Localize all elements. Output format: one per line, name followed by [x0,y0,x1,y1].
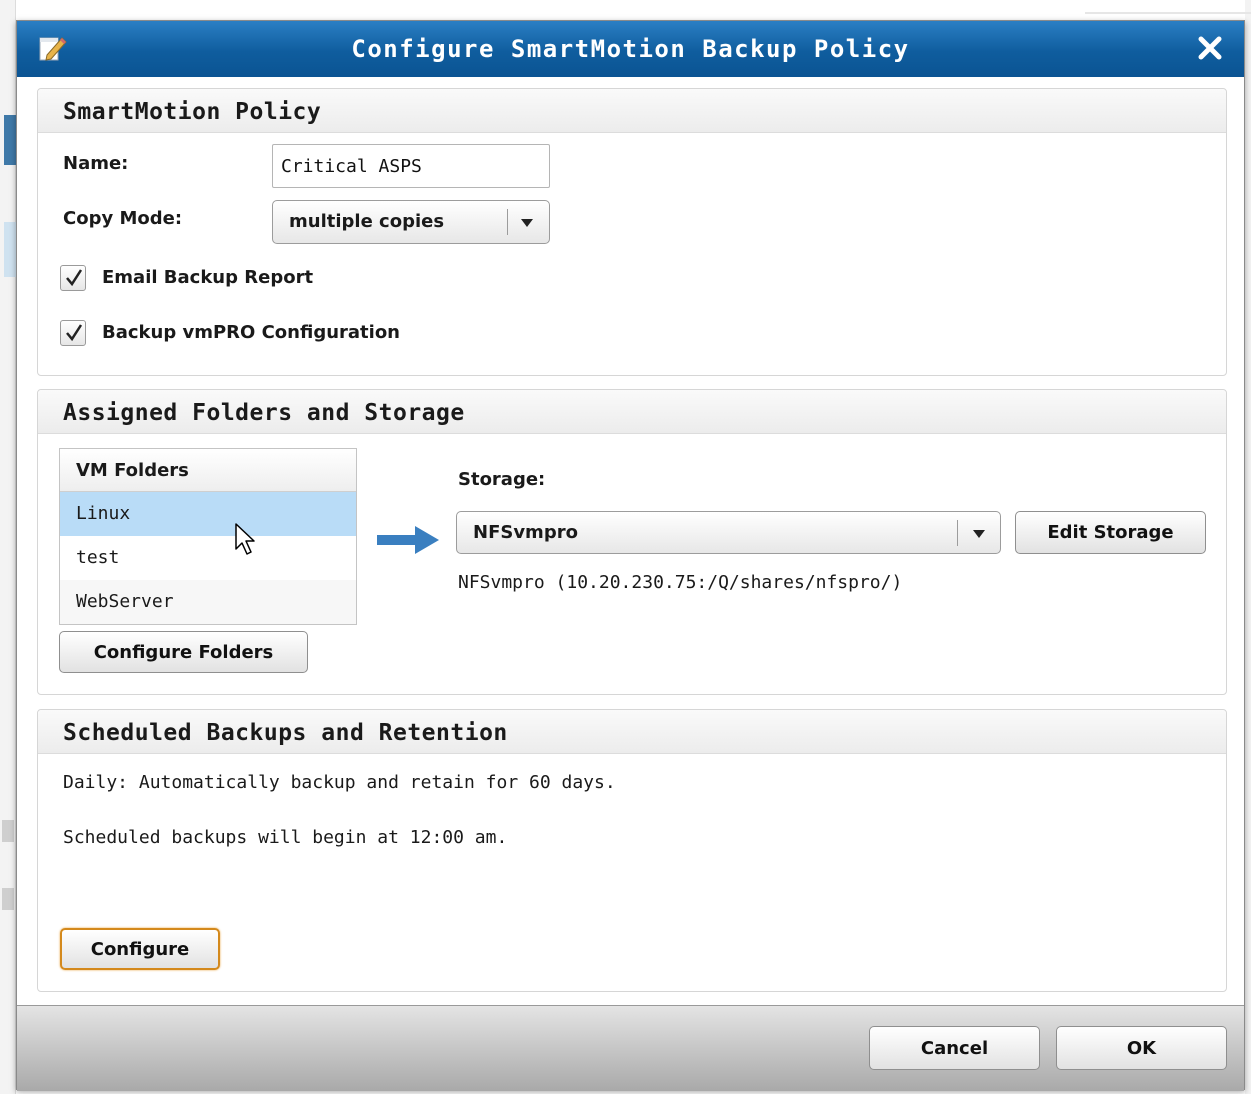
edit-storage-button[interactable]: Edit Storage [1015,511,1206,554]
cancel-button[interactable]: Cancel [869,1026,1040,1070]
select-separator [507,209,508,235]
background-block [2,820,14,842]
background-app-line [1085,12,1251,14]
background-block [2,888,14,910]
configure-folders-button[interactable]: Configure Folders [59,631,308,673]
background-block [4,115,16,165]
storage-label: Storage: [458,469,546,490]
ok-button[interactable]: OK [1056,1026,1227,1070]
backup-policy-dialog: Configure SmartMotion Backup Policy Smar… [16,20,1245,1091]
email-report-label: Email Backup Report [102,267,314,288]
close-icon[interactable] [1194,32,1226,64]
vm-folders-list: VM Folders Linux test WebServer [59,448,357,625]
dialog-titlebar: Configure SmartMotion Backup Policy [17,21,1244,77]
chevron-down-icon [521,219,533,227]
policy-heading: SmartMotion Policy [38,89,1226,133]
schedule-retention-text: Daily: Automatically backup and retain f… [63,772,616,793]
configure-schedule-button[interactable]: Configure [60,928,220,970]
schedule-panel: Scheduled Backups and Retention Daily: A… [37,709,1227,992]
backup-config-label: Backup vmPRO Configuration [102,322,400,343]
schedule-heading: Scheduled Backups and Retention [38,710,1226,754]
name-label: Name: [63,153,129,174]
check-icon [66,269,83,287]
storage-value: NFSvmpro [473,522,578,543]
mouse-cursor-icon [235,523,255,555]
list-item[interactable]: test [60,536,356,580]
dialog-title: Configure SmartMotion Backup Policy [351,35,910,63]
backup-config-checkbox[interactable] [60,320,86,346]
assigned-panel: Assigned Folders and Storage VM Folders … [37,389,1227,695]
vm-folders-header: VM Folders [60,449,356,492]
storage-detail: NFSvmpro (10.20.230.75:/Q/shares/nfspro/… [458,572,903,593]
check-icon [66,324,83,342]
policy-panel: SmartMotion Policy Name: Copy Mode: mult… [37,88,1227,376]
assigned-heading: Assigned Folders and Storage [38,390,1226,434]
background-app-edge-right [1245,0,1251,1094]
list-item[interactable]: Linux [60,492,356,536]
select-separator [957,520,958,546]
schedule-start-text: Scheduled backups will begin at 12:00 am… [63,827,508,848]
dialog-footer: Cancel OK [17,1005,1244,1091]
copy-mode-label: Copy Mode: [63,208,183,229]
arrow-right-icon [377,526,439,554]
storage-select[interactable]: NFSvmpro [456,511,1001,554]
name-input[interactable] [272,144,550,188]
background-app-edge [0,0,16,1094]
email-report-checkbox[interactable] [60,265,86,291]
list-item[interactable]: WebServer [60,580,356,624]
copy-mode-select[interactable]: multiple copies [272,200,550,244]
background-block [4,222,16,277]
chevron-down-icon [973,530,985,538]
copy-mode-value: multiple copies [289,211,445,232]
